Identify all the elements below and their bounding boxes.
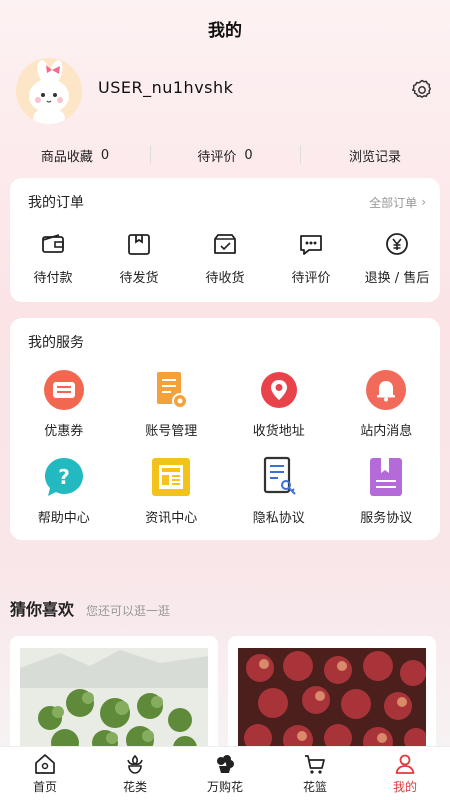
order-item-label: 待评价 bbox=[291, 271, 331, 286]
tab-home[interactable]: 首页 bbox=[0, 747, 90, 800]
profile-section: USER_nu1hvshk bbox=[16, 58, 434, 124]
product-card[interactable] bbox=[228, 636, 436, 756]
cart-icon bbox=[305, 755, 325, 774]
bookmark-book-icon bbox=[370, 458, 403, 496]
tab-label: 花类 bbox=[122, 780, 147, 794]
service-account[interactable]: 账号管理 bbox=[118, 368, 226, 439]
tab-shop-flowers[interactable]: 万购花 bbox=[180, 747, 270, 800]
service-label: 收货地址 bbox=[252, 424, 305, 439]
tab-label: 万购花 bbox=[206, 780, 243, 794]
stat-label: 商品收藏 bbox=[40, 149, 93, 165]
service-help[interactable]: ? 帮助中心 bbox=[10, 455, 118, 526]
tab-label: 首页 bbox=[32, 780, 57, 794]
stat-pending-review[interactable]: 待评价 0 bbox=[150, 140, 300, 170]
flower-pot-icon bbox=[217, 755, 234, 773]
order-item-label: 待发货 bbox=[119, 271, 159, 286]
stats-row: 商品收藏 0 待评价 0 浏览记录 bbox=[0, 140, 450, 170]
service-messages[interactable]: 站内消息 bbox=[333, 368, 441, 439]
all-orders-link[interactable]: 全部订单 › bbox=[369, 194, 426, 211]
chevron-right-icon: › bbox=[421, 195, 426, 209]
recommend-header: 猜你喜欢 您还可以逛一逛 bbox=[10, 596, 440, 622]
order-item-pending-shipment[interactable]: 待发货 bbox=[96, 230, 182, 286]
user-icon bbox=[395, 754, 415, 774]
services-header: 我的服务 bbox=[28, 332, 426, 352]
tab-label: 花篮 bbox=[302, 780, 327, 794]
package-icon bbox=[128, 234, 150, 255]
yuan-refund-icon bbox=[386, 233, 408, 255]
gear-icon[interactable] bbox=[410, 78, 434, 102]
tab-label: 我的 bbox=[392, 780, 417, 794]
stat-favorites[interactable]: 商品收藏 0 bbox=[0, 140, 150, 170]
order-item-pending-payment[interactable]: 待付款 bbox=[10, 230, 96, 286]
service-terms[interactable]: 服务协议 bbox=[333, 455, 441, 526]
location-pin-icon bbox=[260, 372, 297, 408]
services-title: 我的服务 bbox=[28, 335, 84, 351]
account-doc-icon bbox=[157, 372, 189, 409]
order-item-refund[interactable]: 退换 / 售后 bbox=[354, 230, 440, 286]
tab-flowers[interactable]: 花类 bbox=[90, 747, 180, 800]
avatar[interactable] bbox=[16, 58, 82, 124]
stat-label: 浏览记录 bbox=[348, 149, 401, 165]
flower-icon bbox=[127, 754, 143, 774]
services-grid: 优惠券 账号管理 收货地址 站内消息 ? 帮助中心 资讯中心 隐私协议 服务协议 bbox=[10, 368, 440, 526]
services-card: 我的服务 优惠券 账号管理 收货地址 站内消息 ? 帮助中心 资讯中心 隐私协议… bbox=[10, 318, 440, 540]
chat-bubble-icon bbox=[300, 235, 322, 255]
stat-label: 待评价 bbox=[197, 149, 237, 165]
order-item-label: 待付款 bbox=[33, 271, 73, 286]
stat-value: 0 bbox=[244, 147, 253, 163]
title-bar: 我的 bbox=[0, 0, 450, 56]
recommend-subtitle: 您还可以逛一逛 bbox=[86, 604, 171, 618]
service-address[interactable]: 收货地址 bbox=[225, 368, 333, 439]
bell-icon bbox=[366, 370, 407, 410]
page-title: 我的 bbox=[208, 20, 242, 41]
orders-header: 我的订单 全部订单 › bbox=[28, 192, 426, 212]
service-label: 服务协议 bbox=[360, 511, 413, 526]
service-label: 优惠券 bbox=[44, 424, 84, 439]
orders-card: 我的订单 全部订单 › 待付款 待发货 待收货 待评价 退换 / 售后 bbox=[10, 178, 440, 302]
recommend-title: 猜你喜欢 bbox=[10, 600, 75, 619]
truck-box-icon bbox=[214, 234, 236, 254]
product-image-red-roses bbox=[238, 648, 426, 756]
service-label: 资讯中心 bbox=[145, 511, 198, 526]
order-item-pending-review[interactable]: 待评价 bbox=[268, 230, 354, 286]
service-label: 隐私协议 bbox=[252, 511, 305, 526]
coupon-icon bbox=[43, 370, 84, 410]
stat-history[interactable]: 浏览记录 bbox=[300, 140, 450, 170]
service-coupon[interactable]: 优惠券 bbox=[10, 368, 118, 439]
all-orders-label: 全部订单 bbox=[369, 195, 418, 210]
wallet-icon bbox=[42, 234, 64, 253]
question-bubble-icon: ? bbox=[44, 458, 83, 496]
product-card[interactable] bbox=[10, 636, 218, 756]
order-status-row: 待付款 待发货 待收货 待评价 退换 / 售后 bbox=[10, 230, 440, 286]
bottom-tab-bar: 首页 花类 万购花 花篮 我的 bbox=[0, 746, 450, 800]
service-privacy[interactable]: 隐私协议 bbox=[225, 455, 333, 526]
service-label: 帮助中心 bbox=[37, 511, 90, 526]
service-news[interactable]: 资讯中心 bbox=[118, 455, 226, 526]
stat-value: 0 bbox=[100, 147, 110, 163]
privacy-doc-icon bbox=[263, 456, 296, 495]
orders-title: 我的订单 bbox=[28, 195, 84, 211]
username: USER_nu1hvshk bbox=[98, 78, 234, 97]
order-item-label: 待收货 bbox=[205, 271, 245, 286]
service-label: 账号管理 bbox=[145, 424, 198, 439]
order-item-label: 退换 / 售后 bbox=[364, 271, 430, 286]
tab-basket[interactable]: 花篮 bbox=[270, 747, 360, 800]
service-label: 站内消息 bbox=[360, 424, 413, 439]
avatar-bunny-icon bbox=[16, 58, 82, 124]
home-icon bbox=[35, 754, 55, 774]
tab-me[interactable]: 我的 bbox=[360, 747, 450, 800]
product-image-green-flowers bbox=[20, 648, 208, 756]
order-item-pending-receipt[interactable]: 待收货 bbox=[182, 230, 268, 286]
news-icon bbox=[152, 458, 191, 496]
svg-text:?: ? bbox=[58, 465, 70, 489]
